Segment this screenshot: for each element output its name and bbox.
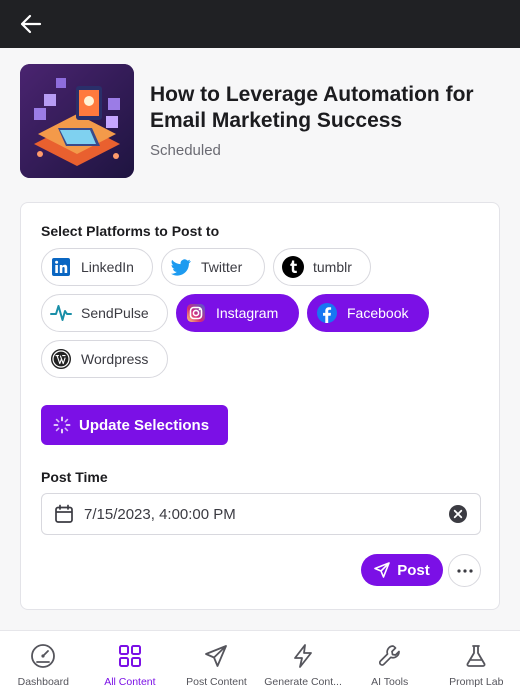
post-time-value: 7/15/2023, 4:00:00 PM: [84, 505, 236, 523]
platform-chip-linkedin[interactable]: LinkedIn: [41, 248, 153, 286]
more-horizontal-icon: [456, 568, 473, 573]
twitter-icon: [170, 256, 192, 278]
nav-item-prompt-lab[interactable]: Prompt Lab: [433, 631, 520, 694]
wrench-icon: [378, 645, 400, 666]
post-thumbnail: [20, 64, 134, 178]
arrow-left-icon: [20, 14, 42, 34]
sendpulse-icon: [50, 302, 72, 324]
platform-chip-facebook[interactable]: Facebook: [307, 294, 429, 332]
linkedin-icon: [50, 256, 72, 278]
top-bar: [0, 0, 520, 48]
lightning-icon: [294, 644, 312, 668]
nav-label: Dashboard: [17, 676, 69, 688]
more-options-button[interactable]: [448, 554, 481, 587]
nav-label: Post Content: [186, 676, 247, 688]
platform-label: Facebook: [347, 305, 409, 321]
post-button-label: Post: [397, 561, 430, 579]
dashboard-gauge-icon: [31, 644, 56, 668]
platform-label: Twitter: [201, 259, 243, 275]
platform-chip-sendpulse[interactable]: SendPulse: [41, 294, 168, 332]
flask-icon: [466, 645, 486, 667]
wordpress-icon: [50, 348, 72, 370]
nav-item-dashboard[interactable]: Dashboard: [0, 631, 87, 694]
calendar-icon: [55, 504, 73, 523]
platform-chip-wordpress[interactable]: Wordpress: [41, 340, 168, 378]
facebook-icon: [316, 302, 338, 324]
update-selections-button[interactable]: Update Selections: [41, 405, 228, 445]
platform-label: Instagram: [216, 305, 279, 321]
platform-chip-instagram[interactable]: Instagram: [176, 294, 299, 332]
spinner-icon: [53, 416, 71, 434]
back-button[interactable]: [16, 10, 46, 38]
platform-label: SendPulse: [81, 305, 149, 321]
platform-chip-tumblr[interactable]: tumblr: [273, 248, 371, 286]
send-icon: [205, 645, 228, 667]
platform-label: Wordpress: [81, 351, 149, 367]
nav-item-post-content[interactable]: Post Content: [173, 631, 260, 694]
post-time-field[interactable]: 7/15/2023, 4:00:00 PM: [41, 493, 481, 535]
post-header: How to Leverage Automation for Email Mar…: [20, 64, 500, 178]
post-title: How to Leverage Automation for Email Mar…: [150, 83, 474, 132]
platform-label: tumblr: [313, 259, 352, 275]
update-selections-label: Update Selections: [79, 416, 210, 434]
post-time-label: Post Time: [41, 469, 108, 485]
nav-item-all-content[interactable]: All Content: [87, 631, 174, 694]
nav-item-ai-tools[interactable]: AI Tools: [346, 631, 433, 694]
bottom-navigation: Dashboard All Content Post Content Gener…: [0, 630, 520, 694]
nav-item-generate-content[interactable]: Generate Cont...: [260, 631, 347, 694]
platform-label: LinkedIn: [81, 259, 134, 275]
nav-label: AI Tools: [371, 676, 409, 688]
nav-label: All Content: [104, 676, 156, 688]
tumblr-icon: [282, 256, 304, 278]
clear-icon[interactable]: [448, 504, 468, 524]
nav-label: Generate Cont...: [264, 676, 342, 688]
post-status: Scheduled: [150, 142, 221, 159]
post-settings-card: Select Platforms to Post to LinkedIn Twi…: [20, 202, 500, 610]
nav-label: Prompt Lab: [449, 676, 504, 688]
grid-icon: [118, 645, 141, 667]
post-button[interactable]: Post: [361, 554, 443, 586]
platform-chip-twitter[interactable]: Twitter: [161, 248, 265, 286]
send-icon: [374, 562, 391, 578]
platforms-label: Select Platforms to Post to: [41, 223, 220, 239]
instagram-icon: [185, 302, 207, 324]
